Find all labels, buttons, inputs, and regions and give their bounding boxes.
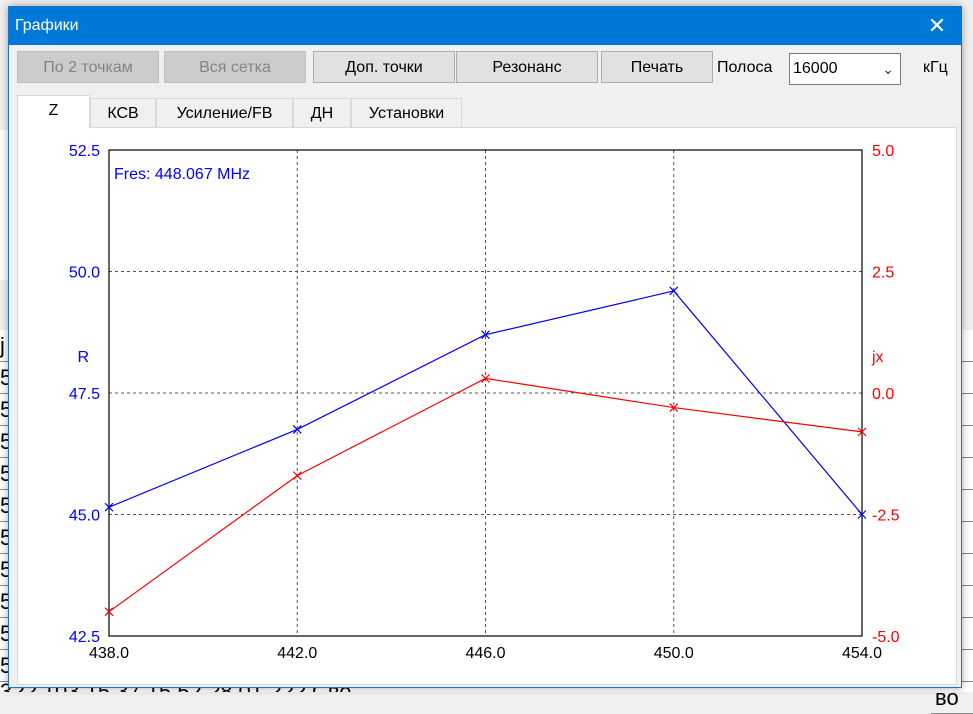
tab-z[interactable]: Z: [17, 95, 90, 128]
x-tick-label: 450.0: [654, 645, 694, 662]
y-tick-label-left: 52.5: [69, 143, 100, 160]
x-tick-label: 442.0: [277, 645, 317, 662]
window-title: Графики: [15, 17, 79, 34]
data-point-jx: [292, 471, 302, 481]
title-bar: Графики ✕: [9, 7, 961, 45]
extra-points-button[interactable]: Доп. точки: [313, 51, 455, 83]
toolbar: По 2 точкам Вся сетка Доп. точки Резонан…: [9, 45, 961, 91]
two-points-button[interactable]: По 2 точкам: [17, 51, 159, 83]
y-axis-label-left: R: [77, 349, 89, 366]
band-unit-label: кГц: [923, 59, 948, 76]
band-label: Полоса: [717, 59, 773, 76]
tab-gain-fb[interactable]: Усиление/FB: [156, 98, 293, 127]
band-value: 16000: [793, 60, 838, 77]
band-select[interactable]: 16000 ⌄: [789, 53, 901, 85]
x-tick-label: 446.0: [465, 645, 505, 662]
tab-pattern[interactable]: ДН: [293, 98, 351, 127]
y-tick-label-left: 42.5: [69, 629, 100, 646]
y-tick-label-left: 45.0: [69, 508, 100, 525]
x-tick-label: 438.0: [89, 645, 129, 662]
y-tick-label-right: 0.0: [872, 386, 894, 403]
y-tick-label-left: 47.5: [69, 386, 100, 403]
resonance-button[interactable]: Резонанс: [456, 51, 598, 83]
tab-swr[interactable]: КСВ: [90, 98, 156, 127]
y-axis-label-right: jx: [871, 349, 884, 366]
chevron-down-icon[interactable]: ⌄: [882, 54, 894, 84]
y-tick-label-right: -5.0: [872, 629, 900, 646]
y-tick-label-right: 5.0: [872, 143, 894, 160]
print-button[interactable]: Печать: [601, 51, 713, 83]
impedance-chart: 52.5 50.0 47.5 45.0 42.5 5.0 2.5 0.0 -2.5 -5.0 438…: [69, 143, 900, 662]
chart-panel: 52.5 50.0 47.5 45.0 42.5 5.0 2.5 0.0 -2.5 -5.0 438…: [17, 127, 957, 685]
full-grid-button[interactable]: Вся сетка: [164, 51, 306, 83]
close-icon[interactable]: ✕: [913, 7, 961, 45]
y-tick-label-right: 2.5: [872, 265, 894, 282]
x-tick-label: 454.0: [842, 645, 882, 662]
y-tick-label-right: -2.5: [872, 508, 900, 525]
graphs-window: Графики ✕ По 2 точкам Вся сетка Доп. точ…: [8, 6, 962, 688]
y-tick-label-left: 50.0: [69, 265, 100, 282]
tab-settings[interactable]: Установки: [351, 98, 462, 127]
resonance-annotation: Fres: 448.067 MHz: [114, 166, 250, 183]
